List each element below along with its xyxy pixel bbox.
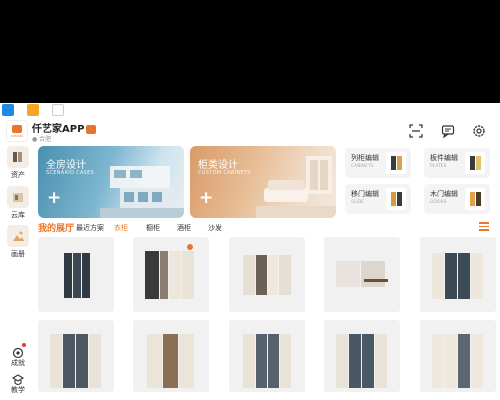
taskbar-app-icon[interactable] [52,104,64,116]
add-button[interactable]: + [199,190,213,207]
hero-subtitle: CUSTOM CABINETS [198,170,251,176]
taskbar-app-icon[interactable] [27,104,39,116]
product-card[interactable] [133,237,209,312]
cloud-library-icon [7,186,29,208]
teaching-icon [11,371,25,386]
tab-sofa[interactable]: 沙发 [208,223,222,233]
product-card[interactable] [324,320,400,392]
product-card[interactable] [38,237,114,312]
product-card[interactable] [420,237,496,312]
location-label[interactable]: ● 合肥 [32,134,51,143]
card-title: 木门编辑 [430,190,458,198]
product-card[interactable] [133,320,209,392]
hero-card-cabinet[interactable]: 柜类设计 CUSTOM CABINETS + [190,146,336,218]
asset-icon [7,146,29,168]
sliding-door-thumbnail [386,188,406,210]
wardrobe-thumbnail [243,334,291,388]
sidebar-item-album[interactable]: 画册 [5,225,31,259]
sidebar-item-teaching[interactable]: 教学 [5,371,31,395]
window-chrome [0,103,500,117]
hero-title: 柜类设计 [198,160,238,171]
sidebar-item-cloud-library[interactable]: 云库 [5,186,31,220]
card-title: 板件编辑 [430,154,458,162]
hero-title: 全房设计 [46,160,86,171]
wardrobe-thumbnail [432,334,484,388]
tab-wine-cabinet[interactable]: 酒柜 [177,223,191,233]
wardrobe-thumbnail [336,261,386,287]
wardrobe-thumbnail [336,334,388,388]
menu-icon[interactable] [479,222,489,231]
my-showroom-title: 我的展厅 [38,224,75,234]
cabinet-edit-card[interactable]: 列柜编辑 CABINETS [345,148,411,178]
product-card[interactable] [229,237,305,312]
card-title: 移门编辑 [351,190,379,198]
plate-thumbnail [465,152,485,174]
cabinet-thumbnail [386,152,406,174]
add-button[interactable]: + [47,190,61,207]
app-window: ICHANG 仟艺家APP ● 合肥 资产 云库 画册 成就 教学 全房设计 S… [0,103,500,400]
card-subtitle: PLATES [430,164,447,169]
hero-card-full-house[interactable]: 全房设计 SCENARIO CASES + [38,146,184,218]
card-subtitle: CABINETS [351,164,374,169]
hero-subtitle: SCENARIO CASES [46,170,95,176]
wood-door-thumbnail [465,188,485,210]
taskbar-app-icon[interactable] [2,104,14,116]
tab-recent[interactable]: 最近方案 [76,223,104,233]
wardrobe-thumbnail [243,255,291,295]
wardrobe-thumbnail [147,334,195,388]
shelf-line [364,279,388,282]
favorite-badge-icon [187,244,193,250]
sidebar-item-achievement[interactable]: 成就 [5,343,31,368]
wardrobe-thumbnail [432,253,484,299]
wardrobe-thumbnail [64,253,90,298]
sidebar-item-assets[interactable]: 资产 [5,146,31,180]
card-title: 列柜编辑 [351,154,379,162]
product-card[interactable] [229,320,305,392]
verified-badge-icon [86,124,97,134]
product-card[interactable] [38,320,114,392]
app-title: 仟艺家APP [32,120,97,135]
app-logo: ICHANG [6,120,28,142]
card-subtitle: DOORS [430,200,447,205]
settings-icon[interactable] [472,123,486,137]
living-room-illustration [256,156,336,218]
plate-edit-card[interactable]: 板件编辑 PLATES [424,148,490,178]
wardrobe-thumbnail [145,251,195,299]
achievement-icon [11,343,26,359]
sliding-door-edit-card[interactable]: 移门编辑 SLIDE [345,184,411,214]
product-card[interactable] [420,320,496,392]
product-card[interactable] [324,237,400,312]
card-subtitle: SLIDE [351,200,364,205]
letterbox-top [0,0,500,103]
wood-door-edit-card[interactable]: 木门编辑 DOORS [424,184,490,214]
tab-kitchen-cabinet[interactable]: 橱柜 [146,223,160,233]
message-icon[interactable] [441,123,455,139]
scan-icon[interactable] [409,123,423,138]
wardrobe-thumbnail [50,334,102,388]
tab-wardrobe[interactable]: 衣柜 [114,223,128,233]
house-illustration [100,166,184,218]
album-icon [7,225,29,247]
